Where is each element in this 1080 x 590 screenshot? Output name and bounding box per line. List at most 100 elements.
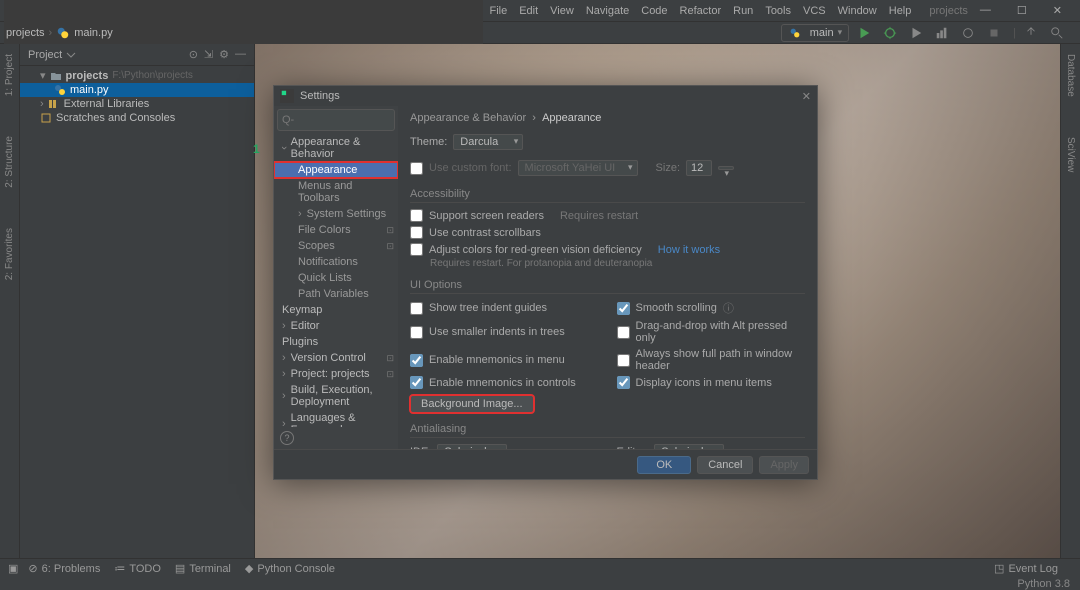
status-python[interactable]: Python 3.8 bbox=[1017, 578, 1070, 590]
project-tree[interactable]: ▾projectsF:\Python\projects main.py ›Ext… bbox=[20, 66, 254, 127]
cb-mnem-menu[interactable] bbox=[410, 354, 423, 367]
menu-run[interactable]: Run bbox=[727, 5, 759, 17]
settings-item-version-control[interactable]: Version Control⊡ bbox=[274, 350, 398, 366]
cb-tree[interactable] bbox=[410, 302, 423, 315]
tree-file-main[interactable]: main.py bbox=[70, 84, 109, 96]
menu-view[interactable]: View bbox=[544, 5, 580, 17]
tree-ext-libs[interactable]: External Libraries bbox=[64, 98, 150, 110]
dialog-close-icon[interactable]: ✕ bbox=[802, 90, 811, 103]
search-icon[interactable] bbox=[1050, 26, 1064, 40]
settings-search[interactable]: Q- bbox=[277, 109, 395, 131]
scratch-icon bbox=[40, 112, 52, 124]
aa-editor-combo[interactable]: Subpixel bbox=[654, 444, 724, 449]
settings-item-languages-frameworks[interactable]: Languages & Frameworks bbox=[274, 410, 398, 427]
settings-item-appearance-behavior[interactable]: Appearance & Behavior bbox=[274, 134, 398, 162]
settings-item-project-projects[interactable]: Project: projects⊡ bbox=[274, 366, 398, 382]
chevron-down-icon[interactable] bbox=[66, 50, 76, 60]
cancel-button[interactable]: Cancel bbox=[697, 456, 753, 474]
tree-scratches[interactable]: Scratches and Consoles bbox=[56, 112, 175, 124]
menu-file[interactable]: File bbox=[483, 5, 513, 17]
cb-tree-label: Show tree indent guides bbox=[429, 302, 547, 314]
settings-item-file-colors[interactable]: File Colors⊡ bbox=[274, 222, 398, 238]
status-problems[interactable]: ⊘6: Problems bbox=[28, 562, 100, 575]
status-todo[interactable]: ≔TODO bbox=[114, 562, 161, 575]
help-icon[interactable]: ? bbox=[280, 431, 294, 445]
apply-button[interactable]: Apply bbox=[759, 456, 809, 474]
settings-item-appearance[interactable]: Appearance bbox=[274, 162, 398, 178]
settings-item-quick-lists[interactable]: Quick Lists bbox=[274, 270, 398, 286]
toolwin-sciview[interactable]: SciView bbox=[1065, 137, 1076, 172]
theme-combo[interactable]: Darcula bbox=[453, 134, 523, 150]
vcs-update-icon[interactable] bbox=[1024, 26, 1038, 40]
profile-icon[interactable] bbox=[935, 26, 949, 40]
maximize-icon[interactable]: ☐ bbox=[1011, 4, 1033, 17]
menu-vcs[interactable]: VCS bbox=[797, 5, 832, 17]
cb-screenreader-hint: Requires restart bbox=[560, 210, 638, 222]
expand-all-icon[interactable]: ⇲ bbox=[204, 48, 213, 61]
run-icon[interactable] bbox=[857, 26, 871, 40]
project-panel: Project ⊙ ⇲ ⚙ — ▾projectsF:\Python\proje… bbox=[20, 44, 255, 568]
run-coverage-icon[interactable] bbox=[909, 26, 923, 40]
gear-icon[interactable]: ⚙ bbox=[219, 48, 229, 61]
cb-screenreader[interactable] bbox=[410, 209, 423, 222]
ok-button[interactable]: OK bbox=[637, 456, 691, 474]
menu-help[interactable]: Help bbox=[883, 5, 918, 17]
settings-item-menus-and-toolbars[interactable]: Menus and Toolbars bbox=[274, 178, 398, 206]
cb-small[interactable] bbox=[410, 326, 423, 339]
menu-refactor[interactable]: Refactor bbox=[674, 5, 728, 17]
breadcrumb-project[interactable]: projects bbox=[6, 27, 45, 39]
hide-toolwins-icon[interactable]: ▣ bbox=[8, 562, 18, 575]
aa-ide-combo[interactable]: Subpixel bbox=[437, 444, 507, 449]
stop-icon[interactable] bbox=[987, 26, 1001, 40]
concurrency-icon[interactable] bbox=[961, 26, 975, 40]
howitworks-link[interactable]: How it works bbox=[658, 244, 720, 256]
toolwin-favorites[interactable]: 2: Favorites bbox=[4, 228, 15, 280]
debug-icon[interactable] bbox=[883, 26, 897, 40]
select-opened-icon[interactable]: ⊙ bbox=[189, 48, 198, 61]
menu-navigate[interactable]: Navigate bbox=[580, 5, 635, 17]
close-icon[interactable]: ✕ bbox=[1047, 4, 1068, 17]
settings-item-editor[interactable]: Editor bbox=[274, 318, 398, 334]
settings-item-path-variables[interactable]: Path Variables bbox=[274, 286, 398, 302]
tree-root[interactable]: projects bbox=[66, 70, 109, 82]
toolwin-structure[interactable]: 2: Structure bbox=[4, 136, 15, 188]
settings-item-build-execution-deployment[interactable]: Build, Execution, Deployment bbox=[274, 382, 398, 410]
font-size-field: 12 bbox=[686, 160, 712, 176]
settings-tree[interactable]: Appearance & BehaviorAppearanceMenus and… bbox=[274, 134, 398, 427]
settings-item-keymap[interactable]: Keymap bbox=[274, 302, 398, 318]
minimize-icon[interactable]: — bbox=[974, 4, 997, 17]
settings-item-system-settings[interactable]: System Settings bbox=[274, 206, 398, 222]
cb-full[interactable] bbox=[617, 354, 630, 367]
status-terminal[interactable]: ▤Terminal bbox=[175, 562, 231, 575]
background-image-button[interactable]: Background Image... bbox=[410, 395, 534, 413]
menu-tools[interactable]: Tools bbox=[759, 5, 797, 17]
settings-item-plugins[interactable]: Plugins bbox=[274, 334, 398, 350]
window-title-project: projects bbox=[923, 5, 974, 17]
toolwin-project[interactable]: 1: Project bbox=[4, 54, 15, 96]
cb-contrast[interactable] bbox=[410, 226, 423, 239]
settings-breadcrumb: Appearance & Behavior › Appearance bbox=[410, 110, 805, 132]
cb-colorblind[interactable] bbox=[410, 243, 423, 256]
cb-colorblind-hint: Requires restart. For protanopia and deu… bbox=[410, 258, 805, 269]
cb-dnd-label: Drag-and-drop with Alt pressed only bbox=[636, 320, 806, 344]
hide-icon[interactable]: — bbox=[235, 48, 246, 61]
toolwin-database[interactable]: Database bbox=[1065, 54, 1076, 97]
cb-icons[interactable] bbox=[617, 376, 630, 389]
cb-mnem-ctrl[interactable] bbox=[410, 376, 423, 389]
breadcrumb-file[interactable]: main.py bbox=[74, 27, 113, 39]
cb-mnem-menu-label: Enable mnemonics in menu bbox=[429, 354, 565, 366]
status-pyconsole[interactable]: ◆Python Console bbox=[245, 562, 335, 575]
settings-item-notifications[interactable]: Notifications bbox=[274, 254, 398, 270]
custom-font-checkbox[interactable] bbox=[410, 162, 423, 175]
cb-smooth[interactable] bbox=[617, 302, 630, 315]
settings-item-scopes[interactable]: Scopes⊡ bbox=[274, 238, 398, 254]
cb-dnd[interactable] bbox=[617, 326, 630, 339]
tree-root-hint: F:\Python\projects bbox=[112, 70, 193, 81]
menu-code[interactable]: Code bbox=[635, 5, 673, 17]
cb-mnem-ctrl-label: Enable mnemonics in controls bbox=[429, 377, 576, 389]
cb-icons-label: Display icons in menu items bbox=[636, 377, 772, 389]
run-config-select[interactable]: main ▾ bbox=[781, 24, 849, 42]
status-eventlog[interactable]: ◳Event Log bbox=[994, 562, 1058, 575]
menu-edit[interactable]: Edit bbox=[513, 5, 544, 17]
menu-window[interactable]: Window bbox=[832, 5, 883, 17]
